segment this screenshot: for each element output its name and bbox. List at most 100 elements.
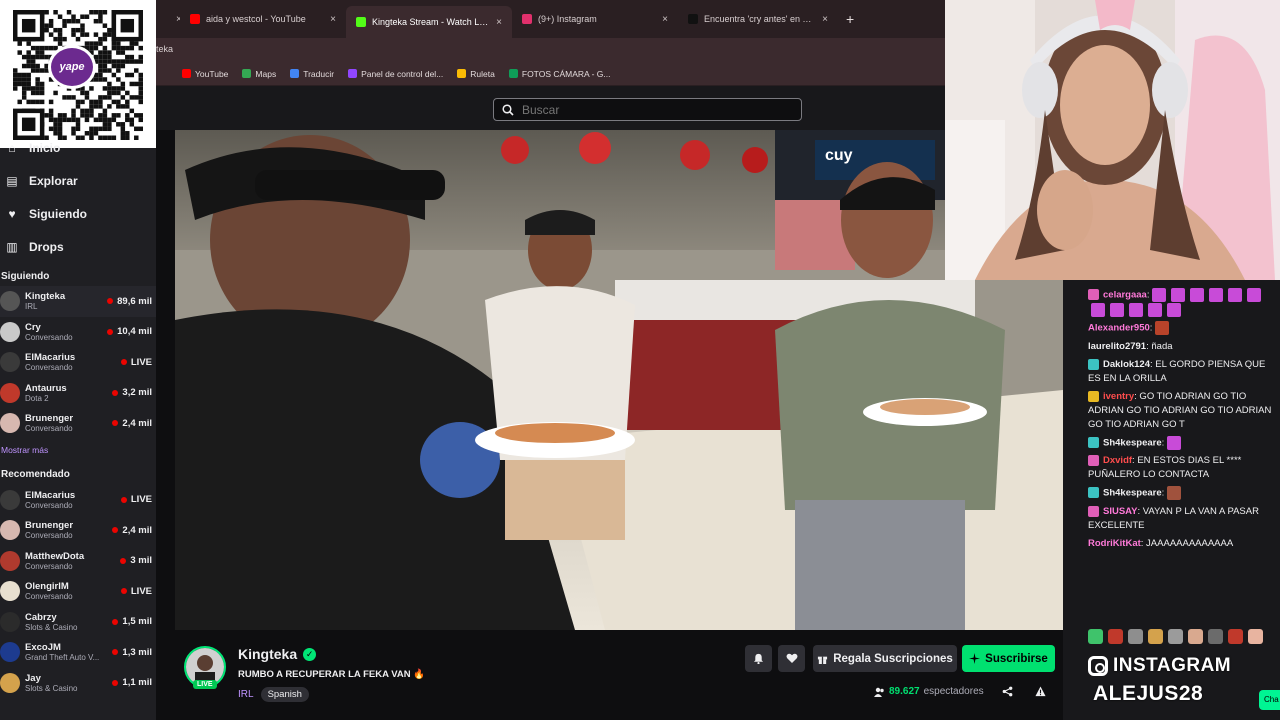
streamer-name[interactable]: Kingteka ✓ [238,646,317,662]
emote[interactable] [1108,628,1123,644]
nav-items: ⌂ Inicio ▤ Explorar ♥ Siguiendo ▥ Drops [0,131,156,263]
channel-item[interactable]: ExcoJM Grand Theft Auto V... 1,3 mil [0,637,156,668]
channel-item[interactable]: MatthewDota Conversando 3 mil [0,546,156,577]
channel-item[interactable]: Kingteka IRL 89,6 mil [0,286,156,317]
follow-button[interactable] [778,645,805,672]
close-icon[interactable]: × [496,17,502,28]
emote[interactable] [1208,628,1223,644]
channel-viewers: 2,4 mil [112,525,156,536]
emote[interactable] [1248,628,1263,644]
avatar [0,611,20,632]
sparkle-icon [969,653,981,664]
chat-username[interactable]: Sh4kespeare [1103,437,1162,448]
chat-username[interactable]: celargaaa [1103,290,1147,301]
browser-tab[interactable]: aida y westcol - YouTube × [180,5,346,33]
heart-icon [786,653,797,663]
emote[interactable] [1128,628,1143,644]
maps-icon [242,69,252,78]
new-tab-button[interactable]: + [846,11,854,27]
chat-username[interactable]: iventry [1103,391,1134,402]
webcam-frame [945,0,1280,280]
search-icon [502,103,514,116]
emote[interactable] [1148,628,1163,644]
channel-item[interactable]: Cabrzy Slots & Casino 1,5 mil [0,607,156,638]
search-box[interactable] [493,98,802,121]
browser-tab[interactable]: × [160,5,180,33]
chat-username[interactable]: Daklok124 [1103,359,1150,370]
close-icon[interactable]: × [662,14,668,25]
bookmark-item[interactable]: Maps [242,69,276,79]
bookmark-label: YouTube [195,68,229,79]
avatar [0,352,20,373]
chat-username[interactable]: Dxvidf [1103,455,1132,466]
chat-username[interactable]: laurelito2791 [1088,341,1146,352]
emote[interactable] [1088,628,1103,644]
nav-item-siguiendo[interactable]: ♥ Siguiendo [0,197,156,230]
nav-item-label: Inicio [29,140,61,155]
viewer-count-text: 2,4 mil [122,524,152,536]
emote[interactable] [1168,628,1183,644]
channel-item[interactable]: Jay Slots & Casino 1,1 mil [0,668,156,699]
svg-text:cuy: cuy [825,147,853,164]
bookmark-item[interactable]: Ruleta [457,69,495,79]
chat-username[interactable]: Sh4kespeare [1103,488,1162,499]
show-more-link[interactable]: Mostrar más [0,439,156,461]
bookmark-item[interactable]: YouTube [182,69,228,79]
instagram-icon [522,14,532,24]
viewer-count-text: 1,5 mil [122,616,152,628]
chat-username[interactable]: Alexander950 [1088,323,1150,334]
bookmark-item[interactable]: Panel de control del... [348,69,443,79]
chat-emote [1091,302,1105,317]
category-link[interactable]: IRL [238,689,254,700]
nav-item-explorar[interactable]: ▤ Explorar [0,164,156,197]
share-icon[interactable] [1002,686,1013,700]
channel-category: Conversando [25,424,73,434]
bookmark-item[interactable]: Traducir [290,69,334,79]
nav-item-drops[interactable]: ▥ Drops [0,230,156,263]
chat-badge-icon [1088,487,1099,499]
channel-item[interactable]: ElMacarius Conversando LIVE [0,347,156,378]
channel-category: Grand Theft Auto V... [25,653,100,663]
subscribe-button[interactable]: Suscribirse [962,645,1055,672]
channel-item[interactable]: ElMacarius Conversando LIVE [0,485,156,516]
channel-item[interactable]: OlengirlM Conversando LIVE [0,576,156,607]
video-player[interactable]: cuy [175,130,1063,630]
tab-label: Kingteka Stream - Watch Live o [372,17,491,27]
channel-item[interactable]: Brunenger Conversando 2,4 mil [0,408,156,439]
emote[interactable] [1228,628,1243,644]
chat-username[interactable]: SIUSAY [1103,506,1138,517]
avatar [0,489,20,510]
channel-info: Cry Conversando [25,322,107,342]
report-icon[interactable] [1035,686,1046,700]
gift-subs-button[interactable]: Regala Suscripciones [813,645,957,672]
live-dot-icon [120,557,127,564]
address-bar[interactable]: teka [156,38,945,62]
bookmark-item[interactable]: FOTOS CÁMARA - G... [508,69,611,79]
chat-emote [1167,486,1182,501]
ruleta-icon [457,69,467,78]
search-input[interactable] [522,102,762,117]
nav-item-inicio[interactable]: ⌂ Inicio [0,131,156,164]
notifications-button[interactable] [745,645,772,672]
channel-item[interactable]: Brunenger Conversando 2,4 mil [0,515,156,546]
chat-message: Daklok124: EL GORDO PIENSA QUE ES EN LA … [1063,356,1280,388]
emote-strip[interactable] [1088,627,1280,645]
avatar [0,520,20,541]
browser-tab[interactable]: (9+) Instagram × [512,5,678,33]
viewer-count-text: 3 mil [130,555,152,567]
channel-info: Brunenger Conversando [25,413,112,433]
channel-item[interactable]: Antaurus Dota 2 3,2 mil [0,378,156,409]
language-tag[interactable]: Spanish [260,687,309,702]
chat-username[interactable]: RodriKitKat [1088,538,1141,549]
browser-tab[interactable]: Kingteka Stream - Watch Live o × [346,6,512,38]
yape-logo: yape [48,45,96,89]
close-icon[interactable]: × [822,14,828,25]
channel-item[interactable]: Cry Conversando 10,4 mil [0,317,156,348]
close-icon[interactable]: × [330,14,336,25]
browser-tab[interactable]: Encuentra 'cry antes' en TikTok × [678,5,838,33]
chat-badge-icon [1088,390,1099,402]
chat-badge-icon [1088,505,1099,517]
live-dot-icon [120,496,127,503]
emote[interactable] [1188,628,1203,644]
chat-send-button[interactable]: Cha [1259,690,1280,710]
